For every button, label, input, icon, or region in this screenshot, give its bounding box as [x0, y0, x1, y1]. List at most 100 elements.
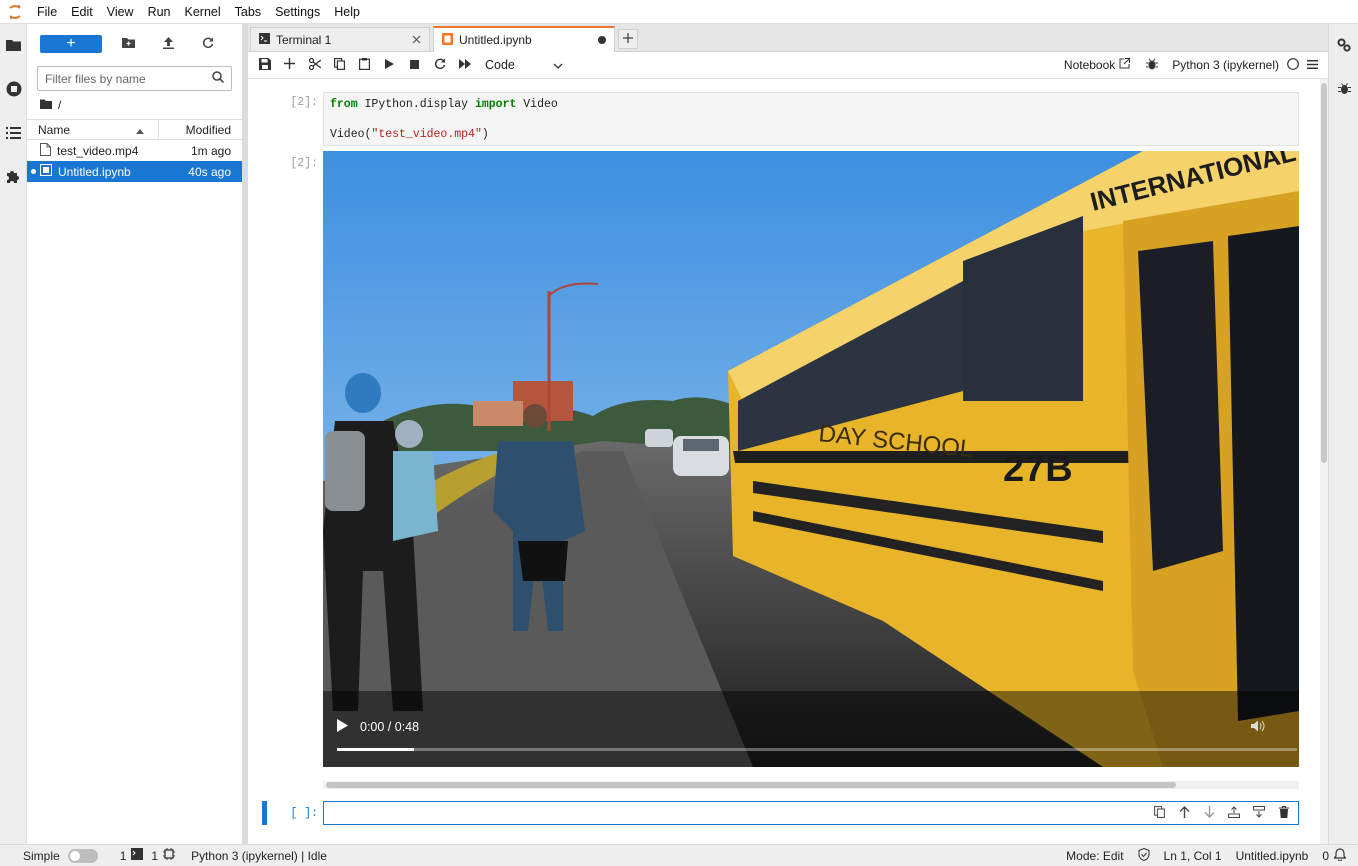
- unsaved-dot-icon[interactable]: [598, 33, 606, 47]
- file-list-header: Name Modified: [27, 119, 242, 140]
- play-icon[interactable]: [337, 719, 348, 735]
- menu-kernel[interactable]: Kernel: [178, 0, 228, 24]
- duplicate-cell-button[interactable]: [1149, 804, 1169, 822]
- cell-type-dropdown[interactable]: Code: [485, 58, 563, 72]
- code-text: ): [481, 128, 489, 141]
- simple-mode-label: Simple: [23, 848, 60, 863]
- kernel-name[interactable]: Python 3 (ipykernel): [1172, 58, 1279, 72]
- simple-mode-toggle[interactable]: [67, 848, 98, 863]
- notifications-indicator[interactable]: 0: [1322, 847, 1347, 864]
- notebook-panel: [2]: from IPython.display import Video V…: [248, 79, 1320, 844]
- breadcrumb-root[interactable]: /: [58, 98, 61, 112]
- move-up-button[interactable]: [1174, 804, 1194, 822]
- kernel-idle-icon: [1287, 57, 1299, 73]
- main-dock-area: Terminal 1 Untitled.ipynb Code Notebook …: [248, 24, 1328, 844]
- close-icon[interactable]: [412, 33, 421, 47]
- menu-file[interactable]: File: [30, 0, 64, 24]
- interrupt-button[interactable]: [402, 53, 427, 77]
- insert-above-button[interactable]: [1224, 804, 1244, 822]
- left-sidebar: [0, 24, 27, 844]
- shield-check-icon[interactable]: [1138, 847, 1150, 864]
- refresh-button[interactable]: [188, 35, 228, 53]
- notebook-toolbar: Code Notebook Python 3 (ipykernel): [248, 52, 1328, 79]
- code-keyword: from: [330, 98, 358, 111]
- file-browser-toolbar: +: [27, 24, 242, 64]
- video-progress-fill: [337, 748, 414, 751]
- menu-edit[interactable]: Edit: [64, 0, 100, 24]
- video-player[interactable]: INTERNATIONAL DAY SCHOOL 27B 0:00 / 0:48: [323, 151, 1299, 767]
- code-cell-input[interactable]: from IPython.display import Video Video(…: [323, 92, 1299, 146]
- run-button[interactable]: [377, 53, 402, 77]
- save-icon: [258, 57, 271, 73]
- restart-button[interactable]: [427, 53, 452, 77]
- running-sessions-tab[interactable]: [0, 68, 27, 112]
- cell-prompt: [ ]:: [290, 807, 318, 820]
- add-tab-button[interactable]: [618, 29, 638, 49]
- terminals-indicator[interactable]: 1: [120, 848, 144, 863]
- cut-button[interactable]: [302, 53, 327, 77]
- current-filename: Untitled.ipynb: [1235, 848, 1309, 863]
- stop-icon: [410, 58, 419, 72]
- copy-icon: [334, 57, 346, 73]
- paste-button[interactable]: [352, 53, 377, 77]
- save-button[interactable]: [252, 53, 277, 77]
- file-modified: 40s ago: [188, 164, 231, 179]
- name-column-header[interactable]: Name: [27, 120, 159, 139]
- move-down-button[interactable]: [1199, 804, 1219, 822]
- open-notebook-link[interactable]: Notebook: [1064, 58, 1131, 72]
- video-progress-bar[interactable]: [337, 748, 1297, 751]
- tab-notebook[interactable]: Untitled.ipynb: [433, 26, 615, 52]
- new-folder-button[interactable]: [108, 35, 148, 53]
- menu-settings[interactable]: Settings: [268, 0, 327, 24]
- restart-run-all-button[interactable]: [452, 53, 477, 77]
- extension-manager-tab[interactable]: [0, 156, 27, 200]
- insert-cell-button[interactable]: [277, 53, 302, 77]
- fast-forward-icon: [458, 58, 471, 72]
- menu-icon[interactable]: [1307, 58, 1318, 72]
- chevron-down-icon: [553, 58, 563, 72]
- tab-terminal[interactable]: Terminal 1: [250, 27, 430, 51]
- menu-help[interactable]: Help: [327, 0, 367, 24]
- arrow-down-icon: [1204, 805, 1215, 821]
- notifications-count: 0: [1322, 848, 1329, 863]
- code-text: Video: [516, 98, 558, 111]
- table-of-contents-tab[interactable]: [0, 112, 27, 156]
- debugger-tab[interactable]: [1329, 68, 1358, 112]
- file-browser-tab[interactable]: [0, 24, 27, 68]
- cursor-position[interactable]: Ln 1, Col 1: [1164, 849, 1222, 863]
- scroll-thumb[interactable]: [326, 782, 1176, 788]
- kernel-chip-icon: [163, 848, 176, 863]
- upload-button[interactable]: [148, 35, 188, 53]
- file-filter[interactable]: [37, 66, 232, 91]
- terminal-icon: [259, 32, 270, 47]
- bug-icon: [1337, 82, 1351, 98]
- insert-below-icon: [1253, 805, 1265, 821]
- menu-bar: File Edit View Run Kernel Tabs Settings …: [0, 0, 1358, 24]
- sort-ascending-icon: [136, 123, 144, 137]
- filter-input[interactable]: [45, 71, 195, 86]
- insert-above-icon: [1228, 805, 1240, 821]
- menu-tabs[interactable]: Tabs: [228, 0, 268, 24]
- menu-run[interactable]: Run: [141, 0, 178, 24]
- kernel-status[interactable]: Python 3 (ipykernel) | Idle: [191, 849, 327, 863]
- output-horizontal-scrollbar[interactable]: [323, 781, 1299, 789]
- debugger-icon[interactable]: [1146, 58, 1159, 73]
- home-folder-icon[interactable]: [40, 98, 52, 112]
- kernels-indicator[interactable]: 1: [151, 848, 176, 863]
- copy-button[interactable]: [327, 53, 352, 77]
- property-inspector-tab[interactable]: [1329, 24, 1358, 68]
- file-item-test-video[interactable]: test_video.mp4 1m ago: [27, 140, 242, 161]
- terminals-count: 1: [119, 848, 127, 863]
- code-cell-input-active[interactable]: [323, 801, 1299, 825]
- file-item-untitled-notebook[interactable]: Untitled.ipynb 40s ago: [27, 161, 242, 182]
- insert-below-button[interactable]: [1249, 804, 1269, 822]
- scroll-thumb[interactable]: [1321, 83, 1327, 463]
- notebook-vertical-scrollbar[interactable]: [1320, 79, 1328, 844]
- new-launcher-button[interactable]: +: [40, 35, 102, 53]
- volume-icon[interactable]: [1251, 720, 1265, 735]
- menu-view[interactable]: View: [100, 0, 141, 24]
- modified-column-header[interactable]: Modified: [159, 123, 242, 137]
- file-name: test_video.mp4: [57, 143, 139, 158]
- delete-cell-button[interactable]: [1274, 804, 1294, 822]
- scissors-icon: [308, 57, 321, 73]
